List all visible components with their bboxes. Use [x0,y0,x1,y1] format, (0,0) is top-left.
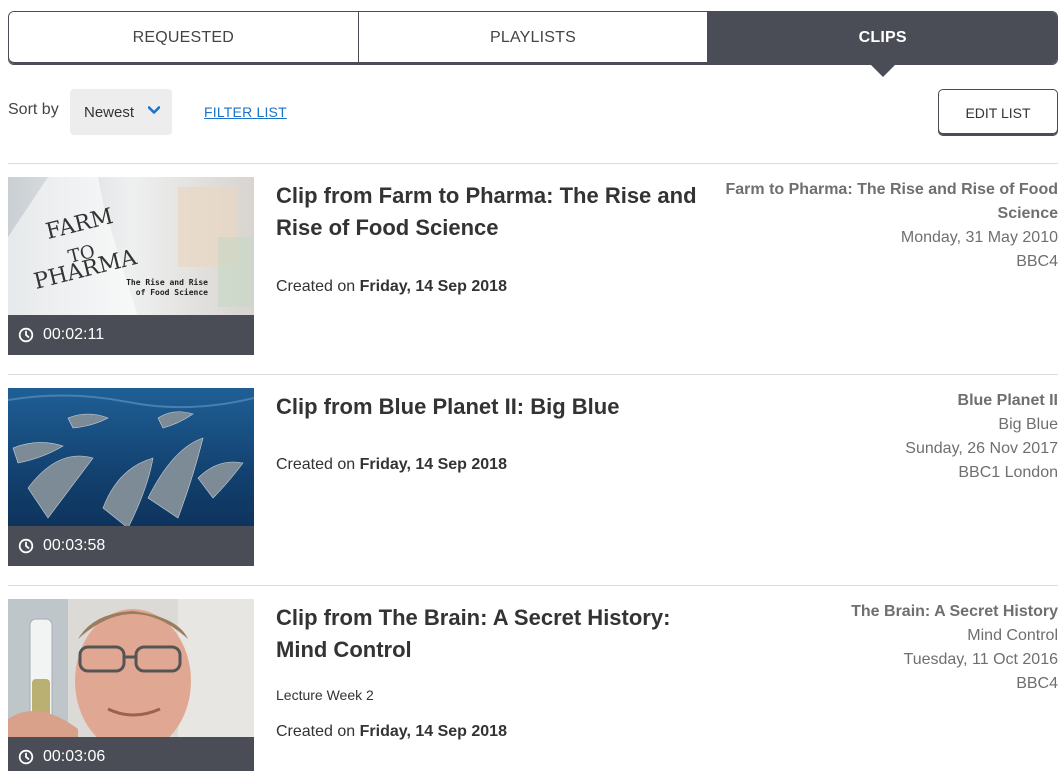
clip-duration: 00:02:11 [8,315,254,355]
tab-label: CLIPS [858,29,907,46]
clip-thumbnail[interactable]: FARM TO PHARMA The Rise and Rise of Food… [8,177,254,355]
clip-created: Created on Friday, 14 Sep 2018 [276,456,507,474]
view-tabs: REQUESTED PLAYLISTS CLIPS [8,11,1058,77]
programme-title: Blue Planet II [957,392,1058,409]
clip-list: FARM TO PHARMA The Rise and Rise of Food… [8,163,1058,771]
duration-text: 00:03:58 [43,537,106,554]
programme-title: The Brain: A Secret History [851,603,1058,620]
edit-list-label: EDIT LIST [965,104,1031,121]
duration-text: 00:03:06 [43,748,106,765]
clip-created: Created on Friday, 14 Sep 2018 [276,278,507,296]
clip-thumbnail[interactable]: 00:03:06 [8,599,254,771]
channel: BBC4 [1016,675,1058,692]
created-prefix: Created on [276,723,356,740]
clip-title[interactable]: Clip from Farm to Pharma: The Rise and R… [276,180,716,244]
clip-note: Lecture Week 2 [276,687,374,703]
clip-title[interactable]: Clip from Blue Planet II: Big Blue [276,391,716,423]
tab-label: PLAYLISTS [490,29,576,46]
created-date: Friday, 14 Sep 2018 [359,278,507,295]
tab-label: REQUESTED [132,29,235,46]
programme-meta: Farm to Pharma: The Rise and Rise of Foo… [718,178,1059,274]
duration-text: 00:02:11 [43,326,105,343]
channel: BBC4 [1016,253,1058,270]
channel: BBC1 London [958,464,1058,481]
broadcast-date: Tuesday, 11 Oct 2016 [903,651,1058,668]
clip-duration: 00:03:58 [8,526,254,566]
thumb-text: of Food Science [136,287,208,297]
thumb-text: The Rise and Rise [126,277,208,287]
clip-thumbnail[interactable]: 00:03:58 [8,388,254,566]
clip-item: 00:03:58 Clip from Blue Planet II: Big B… [8,374,1058,585]
created-prefix: Created on [276,278,356,295]
sort-value: Newest [84,103,135,121]
broadcast-date: Monday, 31 May 2010 [900,229,1058,246]
sort-dropdown[interactable]: Newest [70,89,172,135]
programme-title: Farm to Pharma: The Rise and Rise of Foo… [725,181,1059,222]
tab-requested[interactable]: REQUESTED [9,12,359,64]
clock-icon [18,538,34,554]
clip-item: FARM TO PHARMA The Rise and Rise of Food… [8,163,1058,374]
filter-list-link[interactable]: FILTER LIST [204,104,287,120]
list-toolbar: Sort by Newest FILTER LIST EDIT LIST [8,89,1058,137]
programme-meta: The Brain: A Secret History Mind Control… [718,600,1058,696]
created-date: Friday, 14 Sep 2018 [359,456,507,473]
broadcast-date: Sunday, 26 Nov 2017 [905,440,1058,457]
episode-title: Mind Control [967,627,1058,644]
clip-duration: 00:03:06 [8,737,254,771]
programme-meta: Blue Planet II Big Blue Sunday, 26 Nov 2… [718,389,1058,485]
tab-clips[interactable]: CLIPS [708,12,1058,77]
sort-label: Sort by [8,101,59,118]
clock-icon [18,749,34,765]
created-date: Friday, 14 Sep 2018 [359,723,507,740]
clip-item: 00:03:06 Clip from The Brain: A Secret H… [8,585,1058,771]
edit-list-button[interactable]: EDIT LIST [938,89,1058,136]
clip-title[interactable]: Clip from The Brain: A Secret History: M… [276,602,716,666]
clock-icon [18,327,34,343]
chevron-down-icon [148,106,160,114]
created-prefix: Created on [276,456,356,473]
active-tab-pointer [869,64,896,77]
episode-title: Big Blue [998,416,1058,433]
tab-playlists[interactable]: PLAYLISTS [358,12,709,64]
clip-created: Created on Friday, 14 Sep 2018 [276,723,507,741]
